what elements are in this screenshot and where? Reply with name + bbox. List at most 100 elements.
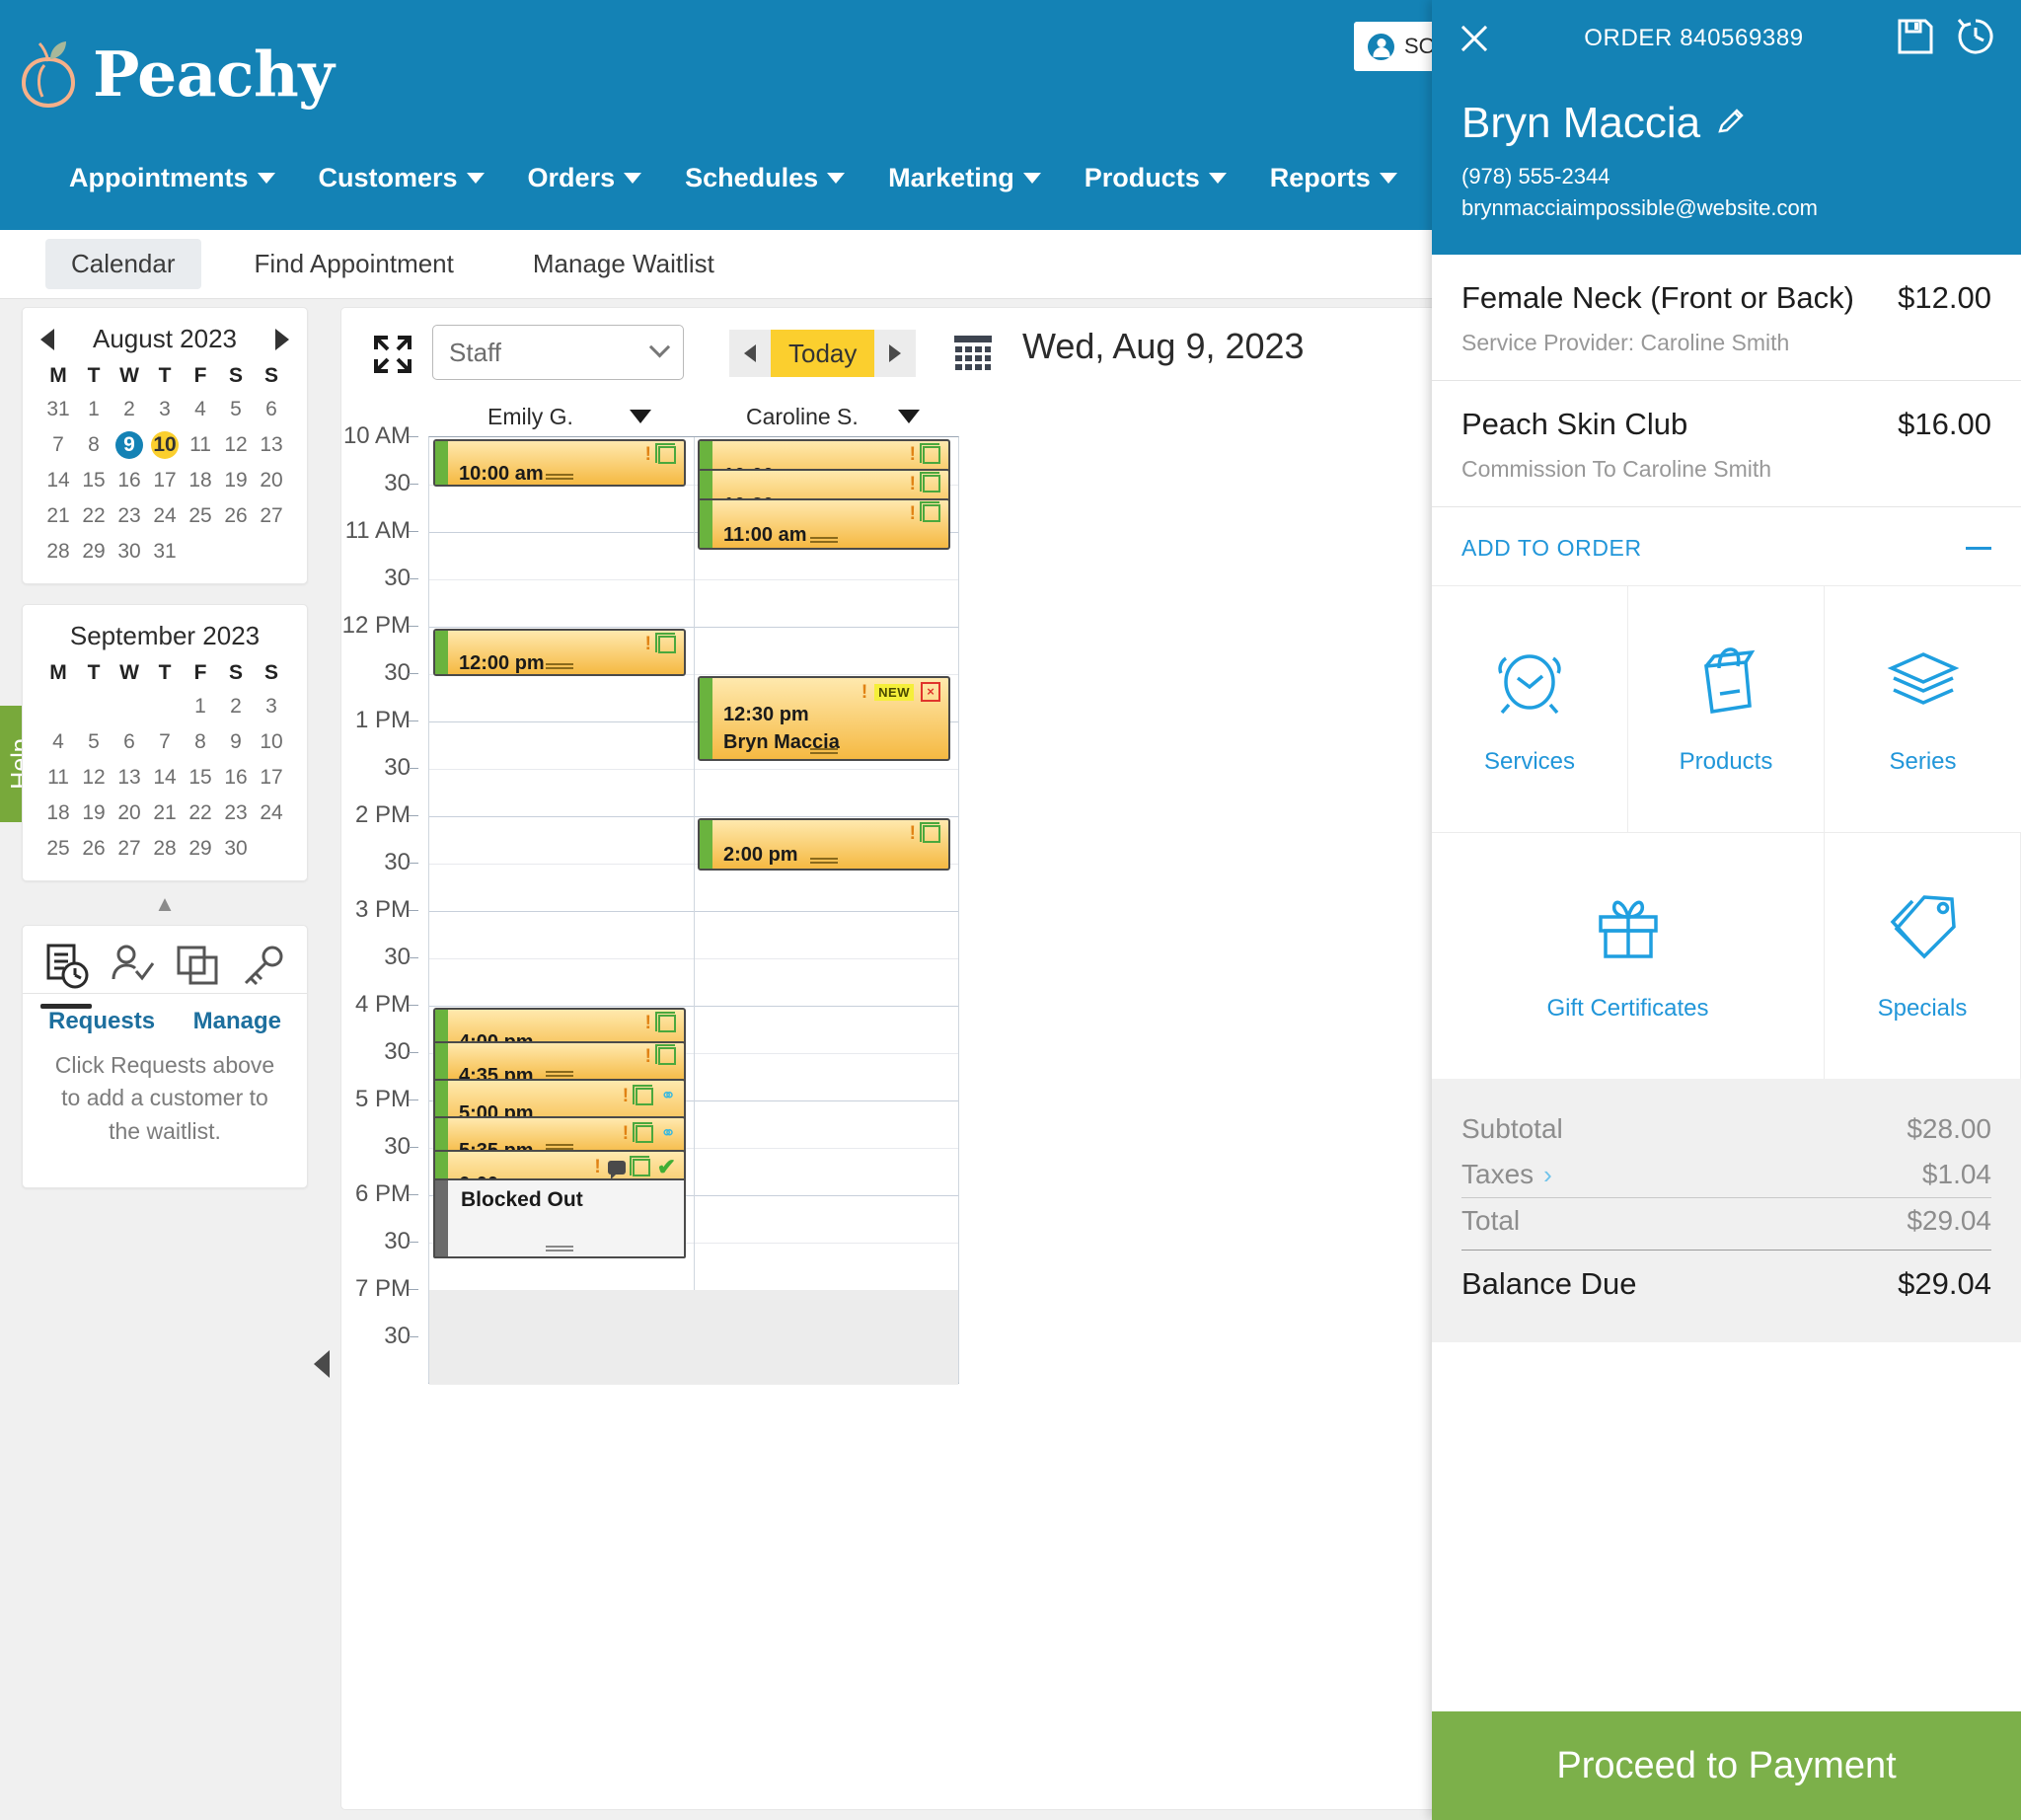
collapse-calendars-icon[interactable]: ▲: [22, 891, 308, 917]
calendar-day[interactable]: 10: [254, 728, 289, 756]
calendar-day[interactable]: 1: [183, 693, 218, 720]
calendar-day[interactable]: 22: [76, 502, 112, 530]
add-to-order-label[interactable]: ADD TO ORDER: [1461, 535, 1642, 562]
calendar-day[interactable]: 12: [76, 764, 112, 792]
calendar-day[interactable]: 31: [40, 396, 76, 423]
resize-grip[interactable]: [546, 663, 573, 671]
resize-grip[interactable]: [810, 748, 838, 756]
calendar-day[interactable]: 8: [76, 431, 112, 459]
appointment-block[interactable]: 2:00 pm!: [698, 818, 950, 871]
sidebar-collapse-handle[interactable]: [314, 1350, 330, 1378]
manage-link[interactable]: Manage: [193, 1008, 281, 1035]
calendar-day[interactable]: 29: [183, 835, 218, 863]
calendar-day[interactable]: 1: [76, 396, 112, 423]
calendar-day[interactable]: 16: [218, 764, 254, 792]
requests-document-clock-icon[interactable]: [39, 942, 92, 1009]
appointment-block[interactable]: 12:30 pm Bryn Maccia! NEW ×: [698, 676, 950, 762]
total-row-taxes[interactable]: Taxes › $1.04: [1461, 1152, 1991, 1197]
resize-grip[interactable]: [546, 1246, 573, 1253]
calendar-day[interactable]: 17: [254, 764, 289, 792]
calendar-day[interactable]: 16: [112, 467, 147, 494]
calendar-picker-icon[interactable]: [951, 330, 995, 373]
calendar-day[interactable]: 28: [147, 835, 183, 863]
tab-calendar[interactable]: Calendar: [45, 239, 201, 289]
calendar-day[interactable]: 23: [218, 799, 254, 827]
calendar-day[interactable]: 21: [40, 502, 76, 530]
appointment-block[interactable]: 11:00 am!: [698, 497, 950, 551]
calendar-day[interactable]: 14: [40, 467, 76, 494]
calendar-day[interactable]: 3: [254, 693, 289, 720]
calendar-day[interactable]: 24: [254, 799, 289, 827]
calendar-day[interactable]: 29: [76, 538, 112, 566]
calendar-day[interactable]: 18: [40, 799, 76, 827]
resize-grip[interactable]: [810, 857, 838, 866]
brand-logo[interactable]: Peachy: [18, 38, 335, 111]
calendar-day[interactable]: 25: [183, 502, 218, 530]
calendar-day[interactable]: 27: [254, 502, 289, 530]
next-month-icon[interactable]: [274, 328, 289, 350]
chevron-down-icon[interactable]: [630, 410, 651, 423]
calendar-day[interactable]: 13: [112, 764, 147, 792]
calendar-day[interactable]: 28: [40, 538, 76, 566]
calendar-day[interactable]: 7: [147, 728, 183, 756]
calendar-day[interactable]: 5: [76, 728, 112, 756]
calendar-day[interactable]: 22: [183, 799, 218, 827]
nav-item-products[interactable]: Products: [1063, 163, 1248, 193]
add-option-series[interactable]: Series: [1825, 585, 2021, 832]
calendar-day[interactable]: 25: [40, 835, 76, 863]
calendar-day[interactable]: 26: [218, 502, 254, 530]
add-option-products[interactable]: Products: [1628, 585, 1825, 832]
calendar-day[interactable]: 18: [183, 467, 218, 494]
tab-find-appointment[interactable]: Find Appointment: [229, 239, 480, 289]
staff-filter-select[interactable]: Staff: [432, 325, 684, 380]
edit-pencil-icon[interactable]: [1716, 99, 1746, 148]
appointment-block[interactable]: 12:00 pm!: [433, 629, 686, 676]
calendar-day[interactable]: 4: [40, 728, 76, 756]
save-floppy-icon[interactable]: [1897, 18, 1934, 60]
add-option-services[interactable]: Services: [1432, 585, 1628, 832]
prev-month-icon[interactable]: [40, 328, 54, 350]
calendar-day[interactable]: 10: [151, 431, 179, 459]
calendar-day[interactable]: 30: [218, 835, 254, 863]
calendar-day[interactable]: 19: [76, 799, 112, 827]
resize-grip[interactable]: [546, 474, 573, 482]
minus-icon[interactable]: [1966, 547, 1991, 550]
appointment-block[interactable]: 4:35 pm!: [433, 1040, 686, 1084]
chevron-down-icon[interactable]: [898, 410, 920, 423]
add-option-gift-certificates[interactable]: Gift Certificates: [1432, 832, 1825, 1079]
order-line-item[interactable]: Peach Skin Club $16.00 Commission To Car…: [1432, 381, 2021, 507]
calendar-day[interactable]: 27: [112, 835, 147, 863]
calendar-day[interactable]: 15: [183, 764, 218, 792]
calendar-day[interactable]: 26: [76, 835, 112, 863]
calendar-day[interactable]: 7: [40, 431, 76, 459]
calendar-day[interactable]: 11: [183, 431, 218, 459]
calendar-day[interactable]: 23: [112, 502, 147, 530]
tab-manage-waitlist[interactable]: Manage Waitlist: [507, 239, 740, 289]
requests-link[interactable]: Requests: [48, 1008, 155, 1035]
calendar-day[interactable]: 12: [218, 431, 254, 459]
nav-item-reports[interactable]: Reports: [1248, 163, 1419, 193]
calendar-day[interactable]: 9: [115, 431, 143, 459]
calendar-day[interactable]: 20: [254, 467, 289, 494]
calendar-day[interactable]: 6: [112, 728, 147, 756]
calendar-day[interactable]: 21: [147, 799, 183, 827]
calendar-day[interactable]: 20: [112, 799, 147, 827]
prev-day-button[interactable]: [729, 330, 771, 377]
calendar-day[interactable]: 5: [218, 396, 254, 423]
calendar-day[interactable]: 3: [147, 396, 183, 423]
history-clock-icon[interactable]: [1956, 17, 1995, 61]
customer-email[interactable]: brynmacciaimpossible@website.com: [1461, 195, 1991, 221]
proceed-to-payment-button[interactable]: Proceed to Payment: [1432, 1711, 2021, 1820]
calendar-day[interactable]: 31: [147, 538, 183, 566]
nav-item-marketing[interactable]: Marketing: [866, 163, 1063, 193]
today-button[interactable]: Today: [771, 330, 875, 377]
next-day-button[interactable]: [874, 330, 917, 377]
appointment-block[interactable]: 10:00 am!: [433, 439, 686, 487]
calendar-day[interactable]: 8: [183, 728, 218, 756]
add-option-specials[interactable]: Specials: [1825, 832, 2021, 1079]
resize-grip[interactable]: [546, 1070, 573, 1079]
calendar-day[interactable]: 2: [112, 396, 147, 423]
copy-duplicate-icon[interactable]: [173, 942, 224, 993]
calendar-day[interactable]: 9: [218, 728, 254, 756]
calendar-day[interactable]: 11: [40, 764, 76, 792]
